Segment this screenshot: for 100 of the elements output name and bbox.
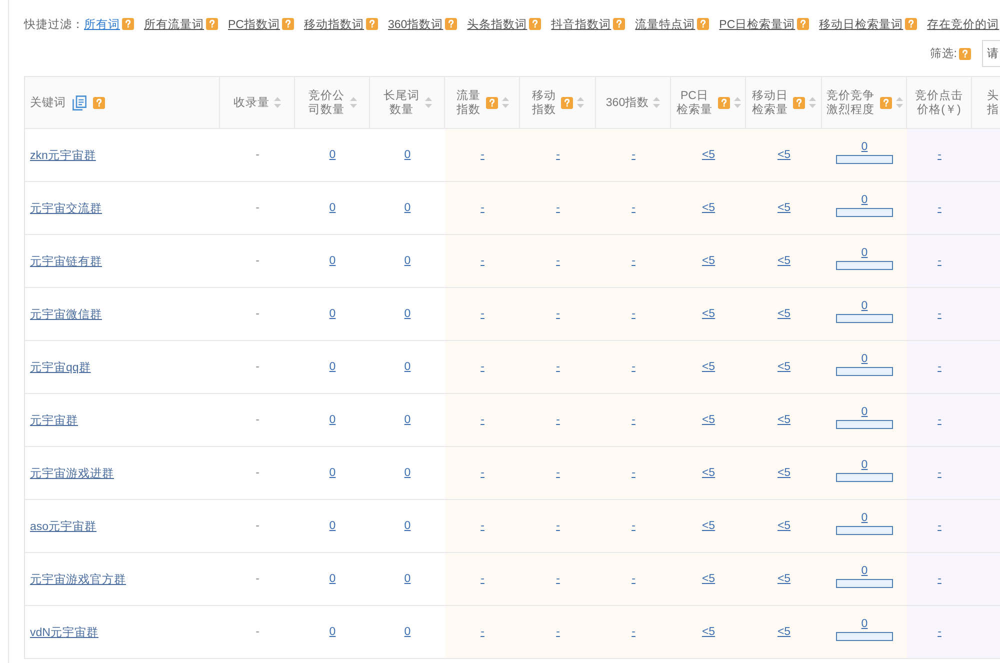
value-link[interactable]: - (480, 626, 484, 638)
filter-link[interactable]: 所有词 (84, 16, 120, 32)
value-link[interactable]: - (632, 149, 636, 161)
value-link[interactable]: - (556, 308, 560, 320)
help-icon[interactable] (613, 18, 626, 30)
value-link[interactable]: - (556, 255, 560, 267)
value-link[interactable]: 0 (329, 361, 336, 373)
help-icon[interactable] (880, 96, 892, 108)
keyword-link[interactable]: 元宇宙交流群 (30, 200, 102, 216)
value-link[interactable]: - (480, 361, 484, 373)
help-icon[interactable] (93, 96, 105, 108)
help-icon[interactable] (793, 96, 805, 108)
value-link[interactable]: 0 (861, 194, 868, 206)
value-link[interactable]: <5 (702, 361, 716, 373)
help-icon[interactable] (529, 18, 542, 30)
value-link[interactable]: 0 (404, 202, 411, 214)
filter-link[interactable]: 存在竞价的词 (927, 16, 1000, 32)
value-link[interactable]: 0 (329, 414, 336, 426)
filter-link[interactable]: PC指数词 (228, 16, 280, 32)
select-field[interactable]: 请 (982, 40, 1000, 67)
value-link[interactable]: <5 (702, 520, 716, 532)
help-icon[interactable] (445, 18, 458, 30)
sort-icon[interactable] (734, 97, 740, 108)
help-icon[interactable] (561, 96, 573, 108)
copy-icon[interactable] (72, 94, 87, 110)
value-link[interactable]: <5 (702, 308, 716, 320)
value-link[interactable]: 0 (861, 512, 868, 524)
keyword-link[interactable]: zkn元宇宙群 (30, 148, 96, 162)
filter-link[interactable]: 360指数词 (388, 16, 444, 32)
value-link[interactable]: <5 (702, 626, 716, 638)
value-link[interactable]: - (480, 308, 484, 320)
help-icon[interactable] (122, 18, 134, 30)
value-link[interactable]: <5 (777, 626, 791, 638)
value-link[interactable]: <5 (702, 573, 716, 585)
value-link[interactable]: - (556, 467, 560, 479)
value-link[interactable]: - (556, 520, 560, 532)
sort-icon[interactable] (896, 97, 902, 108)
keyword-link[interactable]: aso元宇宙群 (30, 518, 97, 534)
value-link[interactable]: 0 (404, 626, 411, 638)
keyword-link[interactable]: 元宇宙链有群 (30, 254, 102, 268)
help-icon[interactable] (797, 18, 810, 30)
value-link[interactable]: - (556, 573, 560, 585)
value-link[interactable]: <5 (777, 255, 791, 267)
filter-link[interactable]: 头条指数词 (467, 16, 528, 32)
filter-link[interactable]: PC日检索量词 (719, 16, 796, 32)
value-link[interactable]: <5 (777, 308, 791, 320)
value-link[interactable]: 0 (404, 520, 411, 532)
value-link[interactable]: <5 (702, 255, 716, 267)
value-link[interactable]: - (632, 255, 636, 267)
sort-icon[interactable] (653, 97, 660, 108)
keyword-link[interactable]: 元宇宙qq群 (30, 360, 91, 374)
value-link[interactable]: 0 (404, 308, 411, 320)
value-link[interactable]: 0 (329, 467, 336, 479)
value-link[interactable]: 0 (329, 149, 336, 161)
value-link[interactable]: <5 (777, 573, 791, 585)
value-link[interactable]: 0 (329, 626, 336, 638)
value-link[interactable]: 0 (404, 255, 411, 267)
value-link[interactable]: - (480, 414, 484, 426)
value-link[interactable]: - (480, 520, 484, 532)
value-link[interactable]: <5 (702, 414, 716, 426)
help-icon[interactable] (366, 18, 378, 30)
value-link[interactable]: - (556, 149, 560, 161)
value-link[interactable]: - (632, 414, 636, 426)
value-link[interactable]: 0 (404, 149, 411, 161)
help-icon[interactable] (718, 96, 730, 108)
help-icon[interactable] (282, 18, 294, 30)
value-link[interactable]: - (938, 467, 942, 479)
value-link[interactable]: - (632, 308, 636, 320)
value-link[interactable]: - (632, 573, 636, 585)
value-link[interactable]: - (556, 361, 560, 373)
value-link[interactable]: - (556, 626, 560, 638)
value-link[interactable]: 0 (861, 618, 868, 630)
value-link[interactable]: - (938, 361, 942, 373)
sort-icon[interactable] (350, 97, 356, 108)
keyword-link[interactable]: 元宇宙游戏进群 (30, 466, 114, 480)
value-link[interactable]: - (632, 520, 636, 532)
value-link[interactable]: 0 (861, 406, 868, 418)
value-link[interactable]: - (938, 255, 942, 267)
value-link[interactable]: 0 (861, 247, 868, 259)
keyword-link[interactable]: 元宇宙游戏官方群 (30, 572, 126, 586)
value-link[interactable]: 0 (329, 573, 336, 585)
value-link[interactable]: 0 (329, 202, 336, 214)
value-link[interactable]: - (938, 202, 942, 214)
value-link[interactable]: - (480, 202, 484, 214)
help-icon[interactable] (206, 18, 218, 30)
value-link[interactable]: - (556, 202, 560, 214)
sort-icon[interactable] (577, 97, 584, 108)
value-link[interactable]: - (938, 149, 942, 161)
value-link[interactable]: 0 (329, 255, 336, 267)
value-link[interactable]: <5 (702, 149, 716, 161)
sort-icon[interactable] (809, 97, 816, 108)
sort-icon[interactable] (424, 97, 432, 108)
value-link[interactable]: 0 (329, 308, 336, 320)
value-link[interactable]: <5 (702, 202, 716, 214)
sort-icon[interactable] (502, 97, 508, 108)
value-link[interactable]: - (632, 467, 636, 479)
value-link[interactable]: - (480, 255, 484, 267)
value-link[interactable]: <5 (777, 414, 791, 426)
help-icon[interactable] (697, 18, 710, 30)
value-link[interactable]: - (480, 467, 484, 479)
